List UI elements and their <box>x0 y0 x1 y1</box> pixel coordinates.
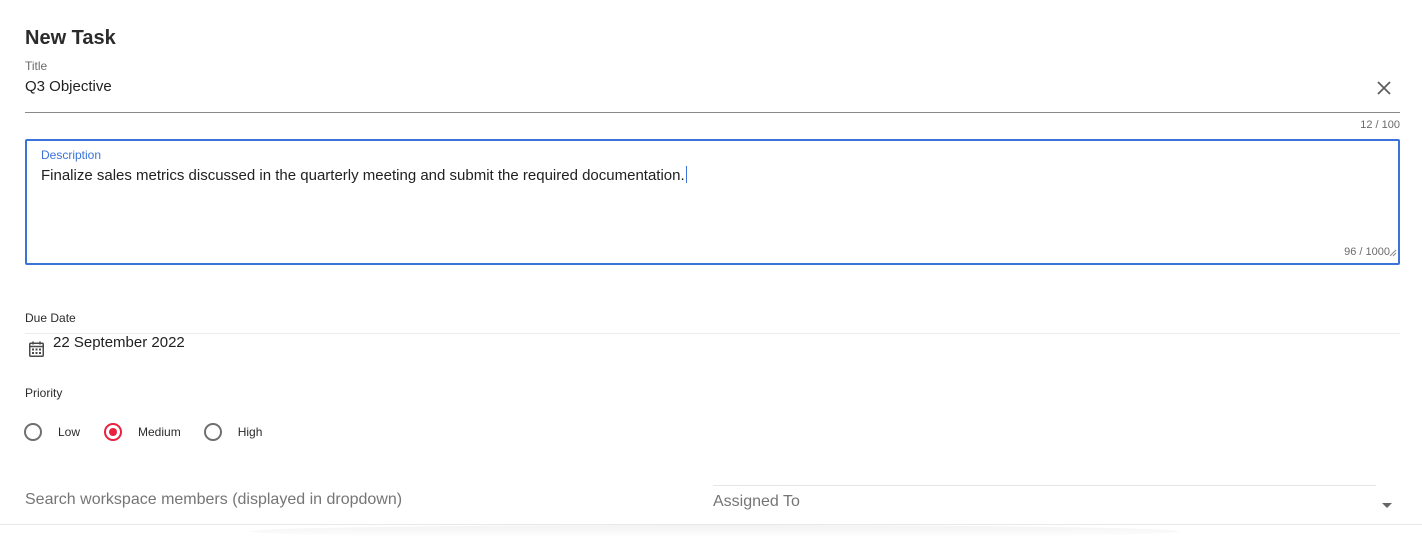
calendar-icon[interactable] <box>29 341 44 357</box>
due-date-divider <box>25 333 1400 334</box>
form-heading: New Task <box>25 27 116 49</box>
radio-low[interactable] <box>24 423 42 441</box>
assigned-to-select[interactable]: Assigned To <box>713 485 1376 520</box>
priority-label: Priority <box>25 386 63 400</box>
title-underline <box>25 112 1400 113</box>
description-char-counter: 96 / 1000 <box>1344 246 1390 258</box>
title-label: Title <box>25 59 48 73</box>
priority-radio-group: Low Medium High <box>24 423 262 441</box>
resize-handle-icon[interactable] <box>1389 249 1397 257</box>
due-date-label: Due Date <box>25 311 76 325</box>
close-icon <box>1377 81 1391 95</box>
text-cursor <box>685 166 687 183</box>
clear-title-button[interactable] <box>1372 76 1396 100</box>
radio-medium-label: Medium <box>138 425 181 439</box>
due-date-input-value[interactable]: 22 September 2022 <box>53 334 185 351</box>
title-input-value[interactable]: Q3 Objective <box>25 78 112 95</box>
description-textarea[interactable]: Finalize sales metrics discussed in the … <box>41 166 687 184</box>
radio-high[interactable] <box>203 423 222 441</box>
radio-low-label: Low <box>58 425 81 439</box>
priority-option-medium[interactable]: Medium <box>104 423 181 441</box>
new-task-form: New Task Title Q3 Objective 12 / 100 Des… <box>0 0 1422 538</box>
caret-down-icon[interactable] <box>1382 503 1392 508</box>
assigned-to-label: Assigned To <box>713 493 800 510</box>
priority-option-low[interactable]: Low <box>24 423 80 441</box>
title-char-counter: 12 / 100 <box>1360 119 1400 131</box>
description-label: Description <box>41 148 102 162</box>
priority-option-high[interactable]: High <box>203 423 263 441</box>
radio-high-label: High <box>237 425 263 439</box>
member-search-input[interactable] <box>25 491 625 509</box>
description-field[interactable]: Description Finalize sales metrics discu… <box>25 139 1400 265</box>
radio-medium[interactable] <box>104 423 123 441</box>
bottom-shadow <box>250 525 1180 538</box>
description-value: Finalize sales metrics discussed in the … <box>41 167 685 184</box>
